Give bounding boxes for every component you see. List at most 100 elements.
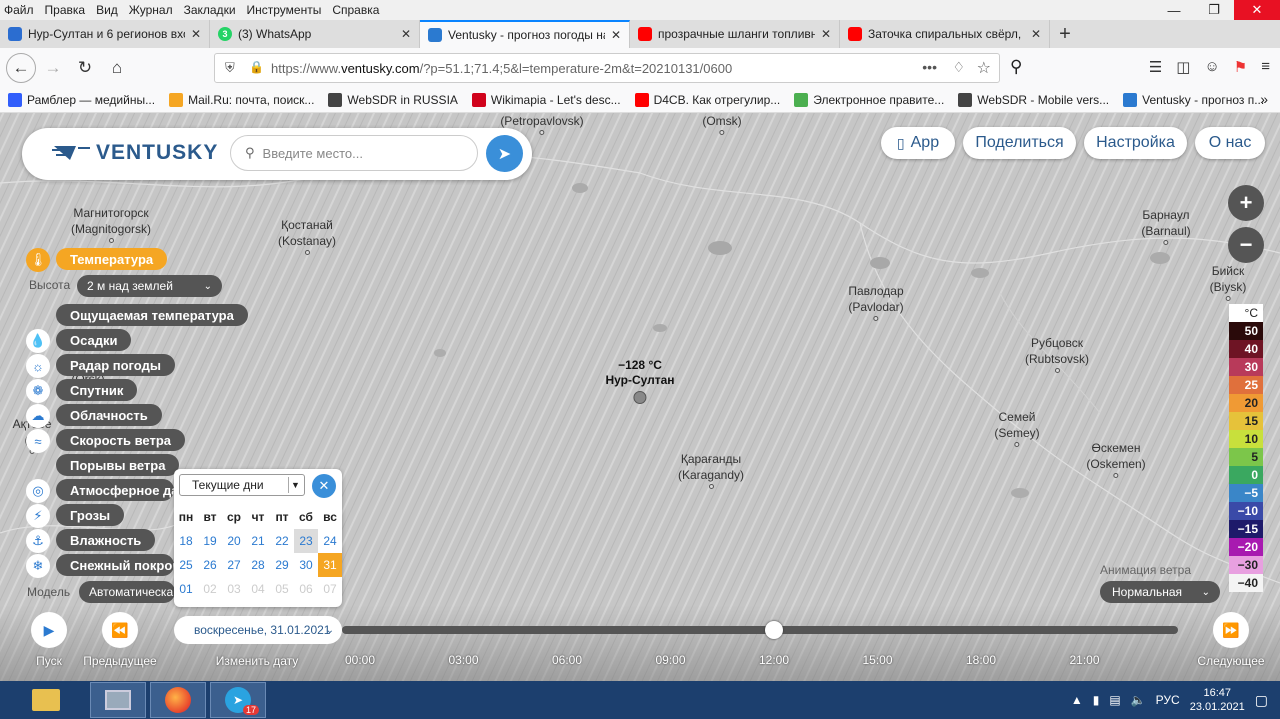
calendar-day[interactable]: 18: [174, 529, 198, 553]
menu-item-5[interactable]: Инструменты: [247, 3, 322, 17]
about-button[interactable]: О нас: [1195, 127, 1265, 159]
humidity-icon[interactable]: ⚓: [26, 529, 50, 553]
wind-animation-select[interactable]: Нормальная ⌄: [1100, 581, 1220, 603]
library-icon[interactable]: ☰: [1149, 58, 1162, 76]
lightning-icon[interactable]: ⚡: [26, 504, 50, 528]
close-tab-icon[interactable]: ✕: [821, 27, 831, 41]
layer-satellite[interactable]: Спутник: [56, 379, 138, 401]
notifications-icon[interactable]: ▢: [1255, 692, 1268, 709]
url-bar[interactable]: ⛨ 🔒 https://www.ventusky.com/?p=51.1;71.…: [214, 53, 1000, 83]
city-label[interactable]: Барнаул (Barnaul): [1141, 207, 1191, 245]
shield-icon[interactable]: ⛨: [225, 60, 235, 76]
close-tab-icon[interactable]: ✕: [1031, 27, 1041, 41]
time-label[interactable]: 03:00: [448, 653, 478, 667]
tab-0[interactable]: Нур-Султан и 6 регионов вхо ✕: [0, 20, 210, 48]
menu-item-2[interactable]: Вид: [96, 3, 118, 17]
bookmark-1[interactable]: Mail.Ru: почта, поиск...: [169, 93, 314, 107]
account-icon[interactable]: ☺: [1204, 58, 1219, 76]
back-icon[interactable]: ←: [6, 53, 36, 83]
lock-icon[interactable]: 🔒: [249, 60, 264, 74]
city-label[interactable]: Павлодар (Pavlodar): [848, 283, 904, 321]
bookmark-4[interactable]: D4CB. Как отрегулир...: [634, 93, 780, 107]
close-calendar-button[interactable]: ✕: [312, 474, 336, 498]
reload-icon[interactable]: ↻: [70, 53, 100, 83]
calendar-day[interactable]: 23: [294, 529, 318, 553]
forward-icon[interactable]: →: [38, 53, 68, 83]
zoom-in-button[interactable]: +: [1228, 185, 1264, 221]
layer-pressure[interactable]: Атмосферное да: [56, 479, 174, 501]
menu-item-6[interactable]: Справка: [332, 3, 379, 17]
calendar-day[interactable]: 26: [198, 553, 222, 577]
calendar-day[interactable]: 31: [318, 553, 342, 577]
time-label[interactable]: 21:00: [1069, 653, 1099, 667]
battery-icon[interactable]: ▮: [1093, 693, 1100, 707]
new-tab-button[interactable]: +: [1050, 20, 1080, 48]
bookmark-5[interactable]: Электронное правите...: [794, 93, 944, 107]
language-indicator[interactable]: РУС: [1156, 693, 1180, 707]
calendar-day[interactable]: 30: [294, 553, 318, 577]
bookmark-6[interactable]: WebSDR - Mobile vers...: [958, 93, 1109, 107]
calendar-day[interactable]: 28: [246, 553, 270, 577]
menu-item-1[interactable]: Правка: [45, 3, 86, 17]
tab-3[interactable]: прозрачные шланги топливн ✕: [630, 20, 840, 48]
time-label[interactable]: 12:00: [759, 653, 789, 667]
tray-expand-icon[interactable]: ▲: [1071, 693, 1083, 707]
calendar-day[interactable]: 29: [270, 553, 294, 577]
close-window-icon[interactable]: ✕: [1234, 0, 1280, 20]
bookmark-3[interactable]: Wikimapia - Let's desc...: [471, 93, 621, 107]
snowflake-icon[interactable]: ❄: [26, 554, 50, 578]
weather-map[interactable]: (Petropavlovsk) (Omsk) Магнитогорск (Magnit…: [0, 113, 1280, 681]
settings-button[interactable]: Настройка: [1084, 127, 1187, 159]
restore-icon[interactable]: ❐: [1194, 0, 1234, 20]
bookmarks-overflow-icon[interactable]: »: [1260, 91, 1268, 107]
network-icon[interactable]: ▤: [1109, 693, 1120, 707]
layer-precipitation[interactable]: Осадки: [56, 329, 132, 351]
clock[interactable]: 16:47 23.01.2021: [1190, 686, 1245, 714]
app-button[interactable]: ▯ App: [881, 127, 955, 159]
close-tab-icon[interactable]: ✕: [191, 27, 201, 41]
thermometer-icon[interactable]: 🌡: [26, 248, 50, 272]
play-button[interactable]: ▶: [31, 612, 67, 648]
calendar-day[interactable]: 27: [222, 553, 246, 577]
city-label[interactable]: Магнитогорск (Magnitogorsk): [71, 205, 151, 243]
previous-button[interactable]: ⏪: [102, 612, 138, 648]
menu-item-3[interactable]: Журнал: [129, 3, 173, 17]
city-label[interactable]: Қостанай (Kostanay): [278, 217, 336, 255]
bookmark-0[interactable]: Рамблер — медийны...: [8, 93, 155, 107]
app-menu-icon[interactable]: ≡: [1261, 58, 1270, 76]
range-select[interactable]: Текущие дни ▼: [179, 474, 305, 496]
calendar-day[interactable]: 21: [246, 529, 270, 553]
telegram-icon[interactable]: ➤ 17: [210, 682, 266, 718]
ventusky-logo[interactable]: VENTUSKY: [52, 141, 218, 165]
time-label[interactable]: 00:00: [345, 653, 375, 667]
layer-storms[interactable]: Грозы: [56, 504, 125, 526]
search-icon[interactable]: ⚲: [1010, 57, 1022, 77]
layer-gusts[interactable]: Порывы ветра: [56, 454, 180, 476]
layer-humidity[interactable]: Влажность: [56, 529, 156, 551]
date-select[interactable]: воскресенье, 31.01.2021 ⌄: [174, 616, 342, 644]
city-label[interactable]: Семей (Semey): [994, 409, 1040, 447]
layer-radar[interactable]: Радар погоды: [56, 354, 175, 376]
drop-icon[interactable]: 💧: [26, 329, 50, 353]
time-label[interactable]: 09:00: [655, 653, 685, 667]
zoom-out-button[interactable]: −: [1228, 227, 1264, 263]
wind-icon[interactable]: ≈: [26, 429, 50, 453]
time-label[interactable]: 18:00: [966, 653, 996, 667]
calendar-day[interactable]: 20: [222, 529, 246, 553]
next-button[interactable]: ⏩: [1213, 612, 1249, 648]
page-actions-icon[interactable]: •••: [922, 59, 937, 75]
sidebar-icon[interactable]: ◫: [1176, 58, 1190, 76]
menu-item-0[interactable]: Файл: [4, 3, 34, 17]
pocket-icon[interactable]: ♢: [952, 59, 965, 76]
layer-feels-like[interactable]: Ощущаемая температура: [56, 304, 248, 326]
bookmark-2[interactable]: WebSDR in RUSSIA: [328, 93, 458, 107]
calendar-day[interactable]: 24: [318, 529, 342, 553]
close-tab-icon[interactable]: ✕: [401, 27, 411, 41]
close-tab-icon[interactable]: ✕: [611, 28, 621, 42]
calendar-day[interactable]: 22: [270, 529, 294, 553]
time-label[interactable]: 15:00: [862, 653, 892, 667]
timeline-slider[interactable]: [342, 626, 1178, 634]
tab-2[interactable]: Ventusky - прогноз погоды на ✕: [420, 20, 630, 48]
bookmark-7[interactable]: Ventusky - прогноз п...: [1123, 93, 1264, 107]
calendar-day[interactable]: 19: [198, 529, 222, 553]
